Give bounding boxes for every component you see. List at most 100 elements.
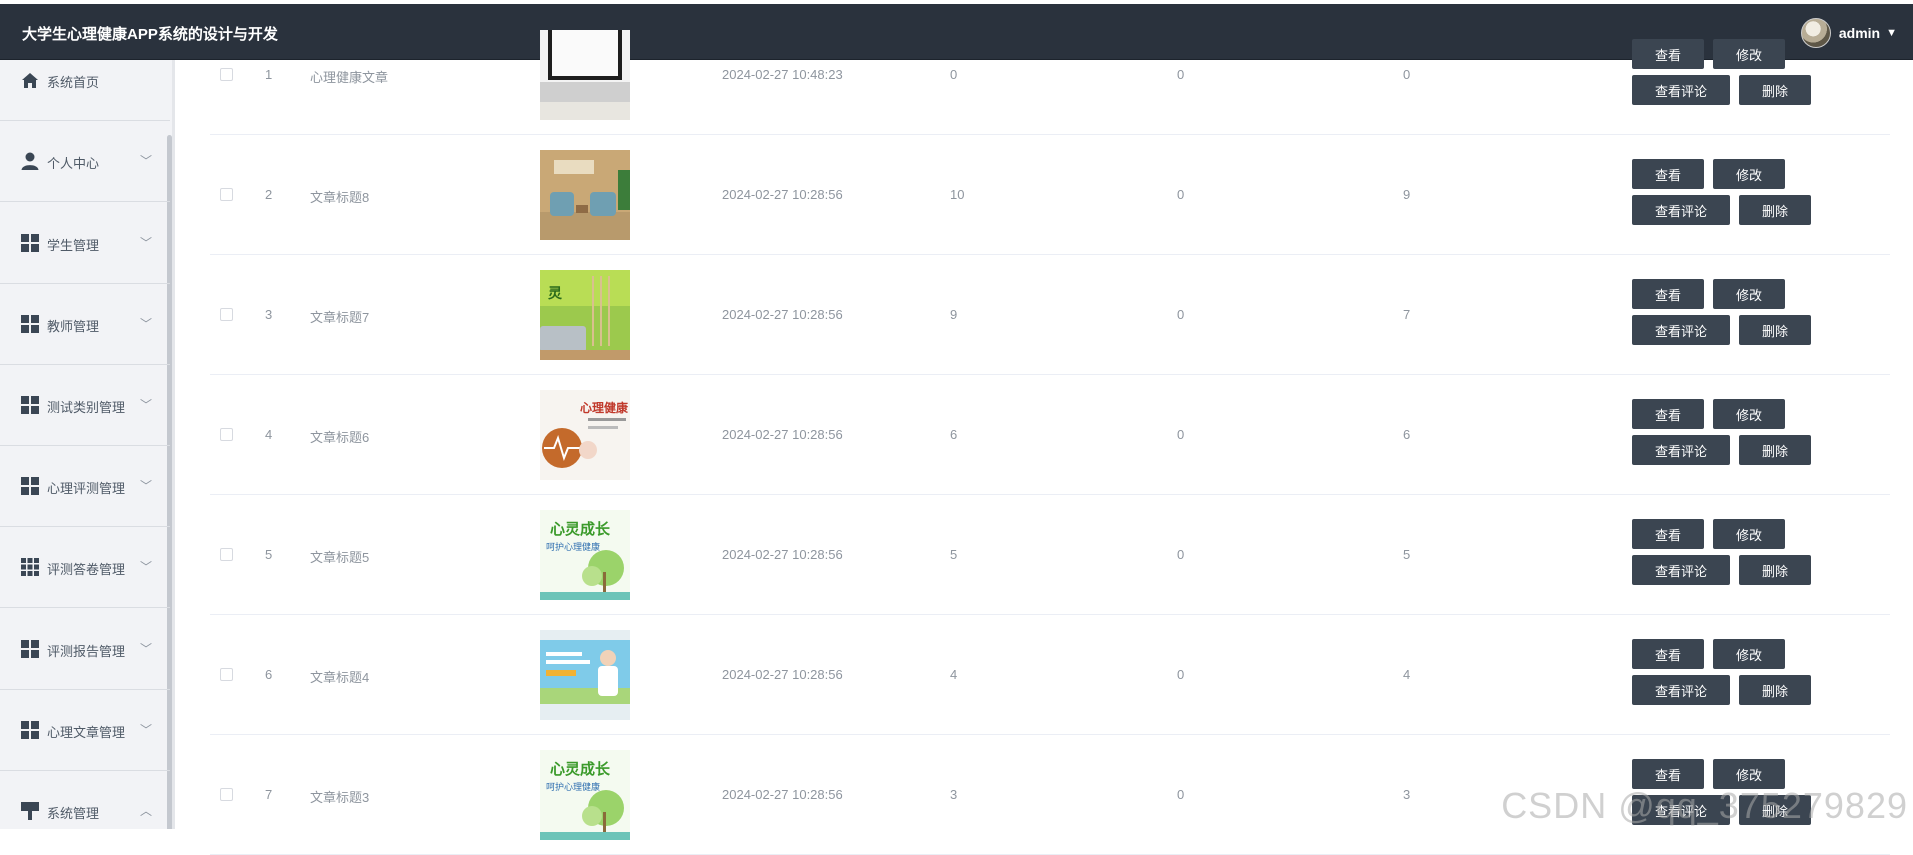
table-row: 2文章标题82024-02-27 10:28:561009查看修改查看评论删除 bbox=[210, 135, 1890, 255]
article-title: 文章标题6 bbox=[310, 427, 369, 446]
view-button[interactable]: 查看 bbox=[1632, 639, 1704, 669]
publish-time: 2024-02-27 10:28:56 bbox=[722, 547, 843, 562]
delete-button[interactable]: 删除 bbox=[1739, 555, 1811, 585]
edit-button[interactable]: 修改 bbox=[1713, 279, 1785, 309]
svg-text:心灵成长: 心灵成长 bbox=[550, 520, 611, 538]
svg-text:灵: 灵 bbox=[548, 286, 563, 302]
count-cell: 0 bbox=[1177, 67, 1184, 82]
delete-button[interactable]: 删除 bbox=[1739, 75, 1811, 105]
sidebar-item-label: 心理文章管理 bbox=[47, 722, 125, 741]
table-row: 5文章标题52024-02-27 10:28:56505心灵成长呵护心理健康查看… bbox=[210, 495, 1890, 615]
publish-time: 2024-02-27 10:28:56 bbox=[722, 787, 843, 802]
sidebar-item[interactable]: 个人中心 ﹀ bbox=[0, 121, 170, 202]
count-cell: 7 bbox=[1403, 307, 1410, 322]
sidebar-item[interactable]: 系统管理 ︿ bbox=[0, 771, 170, 829]
count-cell: 4 bbox=[950, 667, 957, 682]
delete-button[interactable]: 删除 bbox=[1739, 435, 1811, 465]
svg-text:心灵成长: 心灵成长 bbox=[550, 760, 611, 778]
count-cell: 0 bbox=[1177, 427, 1184, 442]
edit-button[interactable]: 修改 bbox=[1713, 639, 1785, 669]
chevron-up-icon[interactable]: ︿ bbox=[140, 802, 152, 819]
svg-text:心理健康: 心理健康 bbox=[580, 400, 629, 415]
publish-time: 2024-02-27 10:28:56 bbox=[722, 667, 843, 682]
count-cell: 0 bbox=[1177, 307, 1184, 322]
row-index: 2 bbox=[265, 187, 272, 202]
row-checkbox[interactable] bbox=[220, 188, 233, 201]
article-title: 文章标题3 bbox=[310, 787, 369, 806]
row-index: 5 bbox=[265, 547, 272, 562]
row-checkbox[interactable] bbox=[220, 668, 233, 681]
chevron-down-icon[interactable]: ﹀ bbox=[140, 152, 152, 169]
chevron-down-icon[interactable]: ﹀ bbox=[140, 721, 152, 738]
row-index: 3 bbox=[265, 307, 272, 322]
doctor-banner-image bbox=[540, 630, 630, 720]
count-cell: 0 bbox=[1177, 787, 1184, 802]
edit-button[interactable]: 修改 bbox=[1713, 159, 1785, 189]
delete-button[interactable]: 删除 bbox=[1739, 675, 1811, 705]
count-cell: 5 bbox=[1403, 547, 1410, 562]
count-cell: 9 bbox=[950, 307, 957, 322]
chevron-down-icon[interactable]: ﹀ bbox=[140, 396, 152, 413]
count-cell: 5 bbox=[950, 547, 957, 562]
edit-button[interactable]: 修改 bbox=[1713, 39, 1785, 69]
row-checkbox[interactable] bbox=[220, 68, 233, 81]
sidebar-menu: 系统首页个人中心﹀学生管理﹀教师管理﹀测试类别管理﹀心理评测管理﹀评测答卷管理﹀… bbox=[0, 60, 172, 829]
view-button[interactable]: 查看 bbox=[1632, 159, 1704, 189]
sidebar-item[interactable]: 测试类别管理﹀ bbox=[0, 365, 170, 446]
row-index: 7 bbox=[265, 787, 272, 802]
edit-button[interactable]: 修改 bbox=[1713, 519, 1785, 549]
publish-time: 2024-02-27 10:48:23 bbox=[722, 67, 843, 82]
view-comments-button[interactable]: 查看评论 bbox=[1632, 555, 1730, 585]
article-title: 文章标题8 bbox=[310, 187, 369, 206]
chevron-down-icon[interactable]: ﹀ bbox=[140, 315, 152, 332]
sidebar-item[interactable]: 系统首页 bbox=[0, 60, 170, 121]
row-checkbox[interactable] bbox=[220, 308, 233, 321]
row-index: 1 bbox=[265, 67, 272, 82]
sidebar-item-label: 心理评测管理 bbox=[47, 478, 125, 497]
grid-icon bbox=[20, 395, 40, 415]
green-room-image: 灵 bbox=[540, 270, 630, 360]
grid-icon bbox=[20, 720, 40, 740]
view-button[interactable]: 查看 bbox=[1632, 399, 1704, 429]
delete-button[interactable]: 删除 bbox=[1739, 315, 1811, 345]
grid9-icon bbox=[20, 557, 40, 577]
health-poster-image: 心理健康 bbox=[540, 390, 630, 480]
row-checkbox[interactable] bbox=[220, 788, 233, 801]
sidebar-divider bbox=[172, 60, 175, 829]
counseling-room-image bbox=[540, 150, 630, 240]
chevron-down-icon[interactable]: ﹀ bbox=[140, 477, 152, 494]
sidebar-item-label: 评测报告管理 bbox=[47, 641, 125, 660]
view-comments-button[interactable]: 查看评论 bbox=[1632, 435, 1730, 465]
chevron-down-icon[interactable]: ﹀ bbox=[140, 640, 152, 657]
article-title: 心理健康文章 bbox=[310, 67, 388, 86]
edit-button[interactable]: 修改 bbox=[1713, 399, 1785, 429]
view-comments-button[interactable]: 查看评论 bbox=[1632, 315, 1730, 345]
sidebar-item[interactable]: 评测答卷管理﹀ bbox=[0, 527, 170, 608]
count-cell: 0 bbox=[1177, 187, 1184, 202]
sidebar-item[interactable]: 心理评测管理 ﹀ bbox=[0, 446, 170, 527]
view-button[interactable]: 查看 bbox=[1632, 519, 1704, 549]
sidebar-item-label: 系统管理 bbox=[47, 803, 99, 822]
table-row: 1心理健康文章2024-02-27 10:48:23000查看修改查看评论删除 bbox=[210, 15, 1890, 135]
row-checkbox[interactable] bbox=[220, 428, 233, 441]
view-comments-button[interactable]: 查看评论 bbox=[1632, 675, 1730, 705]
delete-button[interactable]: 删除 bbox=[1739, 195, 1811, 225]
sidebar-item[interactable]: 评测报告管理 ﹀ bbox=[0, 609, 170, 690]
growth-poster-image: 心灵成长呵护心理健康 bbox=[540, 510, 630, 600]
count-cell: 0 bbox=[950, 67, 957, 82]
chevron-down-icon[interactable]: ﹀ bbox=[140, 558, 152, 575]
view-comments-button[interactable]: 查看评论 bbox=[1632, 195, 1730, 225]
sidebar-item-label: 系统首页 bbox=[47, 72, 99, 91]
count-cell: 3 bbox=[1403, 787, 1410, 802]
view-comments-button[interactable]: 查看评论 bbox=[1632, 75, 1730, 105]
sidebar-item[interactable]: 教师管理﹀ bbox=[0, 284, 170, 365]
sidebar-item-label: 个人中心 bbox=[47, 153, 99, 172]
row-index: 4 bbox=[265, 427, 272, 442]
count-cell: 4 bbox=[1403, 667, 1410, 682]
view-button[interactable]: 查看 bbox=[1632, 279, 1704, 309]
sidebar-item[interactable]: 学生管理﹀ bbox=[0, 203, 170, 284]
chevron-down-icon[interactable]: ﹀ bbox=[140, 234, 152, 251]
view-button[interactable]: 查看 bbox=[1632, 39, 1704, 69]
row-checkbox[interactable] bbox=[220, 548, 233, 561]
sidebar-item[interactable]: 心理文章管理 ﹀ bbox=[0, 690, 170, 771]
